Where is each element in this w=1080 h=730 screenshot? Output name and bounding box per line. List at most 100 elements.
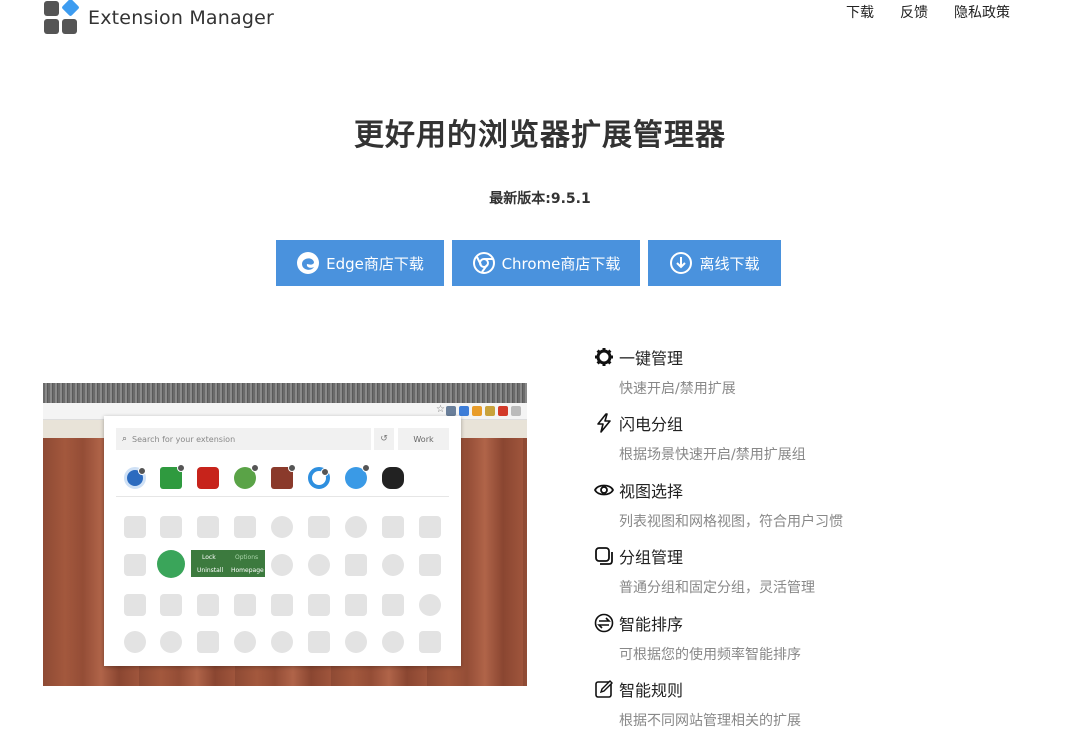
extension-icon[interactable] — [160, 594, 182, 616]
chrome-download-button[interactable]: Chrome商店下载 — [452, 240, 640, 286]
feature-desc: 可根据您的使用频率智能排序 — [619, 647, 801, 663]
offline-download-button[interactable]: 离线下载 — [648, 240, 781, 286]
toolbar-ext-icon — [498, 406, 508, 416]
extension-context-menu: Lock Options Uninstall Homepage — [191, 550, 265, 577]
feature-title: 分组管理 — [619, 548, 684, 567]
toolbar-ext-icon — [459, 406, 469, 416]
edge-icon — [296, 251, 320, 275]
feature-item: 闪电分组 根据场景快速开启/禁用扩展组 — [593, 410, 1033, 464]
nav-download[interactable]: 下载 — [846, 2, 874, 22]
extension-icon[interactable] — [271, 594, 293, 616]
extension-icon[interactable] — [308, 467, 330, 489]
extension-icon[interactable] — [234, 631, 256, 653]
feature-desc: 快速开启/禁用扩展 — [619, 381, 736, 397]
extension-icon[interactable] — [419, 594, 441, 616]
extension-icon[interactable] — [124, 594, 146, 616]
top-nav: 下载 反馈 隐私政策 — [846, 2, 1010, 22]
toolbar-ext-icon — [485, 406, 495, 416]
extension-icon[interactable] — [271, 516, 293, 538]
extension-icon[interactable] — [419, 516, 441, 538]
extension-popup: ⌕ Search for your extension ↺ Work Lock … — [104, 416, 461, 666]
extension-icon[interactable] — [197, 516, 219, 538]
extension-icon[interactable] — [124, 467, 146, 489]
feature-item: 智能排序 可根据您的使用频率智能排序 — [593, 610, 1033, 664]
extension-icon[interactable] — [271, 464, 296, 489]
popup-search-input[interactable]: ⌕ Search for your extension — [116, 428, 371, 450]
search-icon: ⌕ — [122, 434, 128, 444]
feature-desc: 根据场景快速开启/禁用扩展组 — [619, 447, 806, 463]
extension-icon[interactable] — [345, 464, 370, 489]
group-select[interactable]: Work — [398, 428, 449, 450]
page-title: 更好用的浏览器扩展管理器 — [354, 118, 726, 153]
chrome-icon — [472, 251, 496, 275]
extension-icon[interactable] — [124, 554, 146, 576]
extension-icon[interactable] — [308, 594, 330, 616]
extension-icon[interactable] — [382, 594, 404, 616]
extension-icon[interactable] — [197, 631, 219, 653]
extension-icon[interactable] — [124, 516, 146, 538]
menu-uninstall[interactable]: Uninstall — [197, 567, 223, 574]
grammarly-icon[interactable] — [157, 550, 185, 578]
logo-icon — [44, 0, 80, 35]
nav-privacy[interactable]: 隐私政策 — [954, 2, 1010, 22]
extension-icon[interactable] — [345, 554, 367, 576]
toolbar-ext-icon — [511, 406, 521, 416]
toolbar-ext-icon — [472, 406, 482, 416]
feature-title: 智能排序 — [619, 615, 684, 634]
eye-icon — [593, 479, 615, 501]
toolbar-ext-icon — [446, 406, 456, 416]
extension-icon[interactable] — [345, 594, 367, 616]
feature-item: 视图选择 列表视图和网格视图，符合用户习惯 — [593, 477, 1033, 531]
extension-icon[interactable] — [382, 554, 404, 576]
gear-icon — [593, 346, 615, 368]
menu-lock[interactable]: Lock — [202, 554, 216, 561]
extension-icon[interactable] — [308, 516, 330, 538]
rule-icon — [593, 678, 615, 700]
feature-title: 闪电分组 — [619, 415, 684, 434]
history-icon[interactable]: ↺ — [374, 428, 394, 450]
feature-item: 智能规则 根据不同网站管理相关的扩展 — [593, 676, 1033, 730]
edge-download-label: Edge商店下载 — [326, 254, 424, 273]
extension-icon[interactable] — [308, 631, 330, 653]
adblock-icon[interactable] — [197, 467, 219, 489]
extension-icon[interactable] — [234, 516, 256, 538]
download-buttons: Edge商店下载 Chrome商店下载 离线下载 — [276, 240, 781, 286]
extension-icon[interactable] — [197, 594, 219, 616]
brand[interactable]: Extension Manager — [44, 0, 274, 36]
extension-icon[interactable] — [160, 516, 182, 538]
version-label: 最新版本:9.5.1 — [489, 191, 591, 207]
extension-icon[interactable] — [271, 554, 293, 576]
nav-feedback[interactable]: 反馈 — [900, 2, 928, 22]
feature-desc: 根据不同网站管理相关的扩展 — [619, 713, 801, 729]
extension-icon[interactable] — [382, 516, 404, 538]
extension-icon[interactable] — [382, 631, 404, 653]
feature-item: 分组管理 普通分组和固定分组，灵活管理 — [593, 543, 1033, 597]
feature-title: 视图选择 — [619, 482, 684, 501]
feature-title: 智能规则 — [619, 681, 684, 700]
feature-title: 一键管理 — [619, 349, 684, 368]
extension-icon[interactable] — [160, 631, 182, 653]
extension-icon[interactable] — [308, 554, 330, 576]
extension-icon[interactable] — [419, 554, 441, 576]
feature-item: 一键管理 快速开启/禁用扩展 — [593, 344, 1033, 398]
menu-homepage[interactable]: Homepage — [231, 567, 264, 574]
menu-options[interactable]: Options — [235, 554, 258, 561]
feature-desc: 普通分组和固定分组，灵活管理 — [619, 580, 815, 596]
extension-icon[interactable] — [124, 631, 146, 653]
edge-download-button[interactable]: Edge商店下载 — [276, 240, 444, 286]
download-icon — [669, 251, 693, 275]
extension-icon[interactable] — [234, 464, 259, 489]
extension-icon[interactable] — [345, 631, 367, 653]
sort-icon — [593, 612, 615, 634]
group-icon — [593, 545, 615, 567]
lightning-icon — [593, 412, 615, 434]
extension-icon[interactable] — [345, 516, 367, 538]
extension-icon[interactable] — [382, 467, 404, 489]
extension-icon[interactable] — [419, 631, 441, 653]
brand-name: Extension Manager — [88, 7, 274, 29]
product-screenshot: ☆ ⌕ Search for your extension ↺ Work Loc… — [43, 383, 527, 686]
offline-download-label: 离线下载 — [699, 254, 760, 273]
extension-icon[interactable] — [271, 631, 293, 653]
extension-icon[interactable] — [234, 594, 256, 616]
extension-icon[interactable] — [160, 464, 185, 489]
